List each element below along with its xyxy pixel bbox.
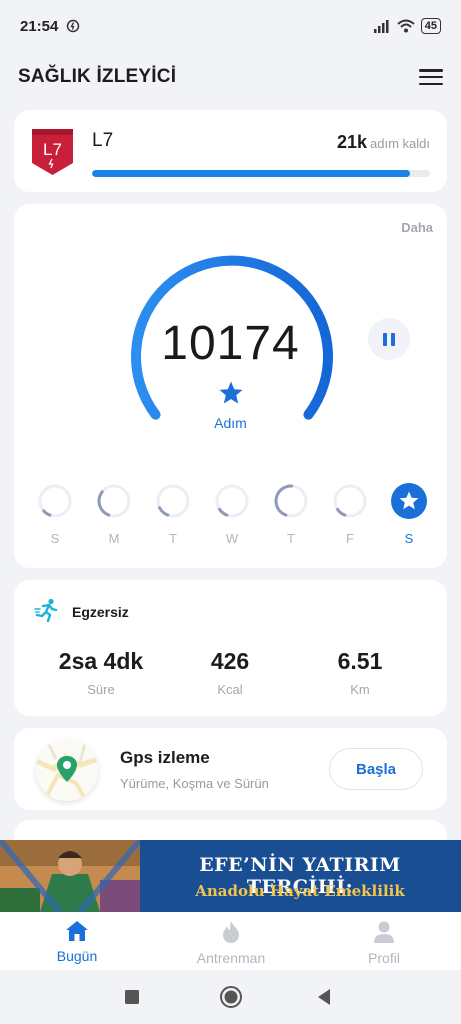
level-progress-fill <box>92 170 410 177</box>
day-progress-5[interactable]: F <box>331 482 369 546</box>
person-icon <box>374 921 394 943</box>
gps-title: Gps izleme <box>120 748 210 767</box>
notification-icon <box>67 19 80 33</box>
steps-remaining: 21k adım kaldı <box>337 132 430 153</box>
day-label: F <box>346 531 354 546</box>
stat-value: 6.51 <box>337 648 383 674</box>
day-progress-3[interactable]: W <box>213 482 251 546</box>
nav-label: Profil <box>368 950 400 966</box>
day-ring <box>156 484 190 518</box>
stat-value: 426 <box>210 648 250 674</box>
home-icon <box>66 921 88 941</box>
day-label: S <box>404 531 414 546</box>
page-title: SAĞLIK İZLEYİCİ <box>18 66 177 87</box>
stat-label: Kcal <box>217 682 243 697</box>
day-label: S <box>50 531 60 546</box>
day-ring <box>274 484 308 518</box>
level-badge-icon: L7 <box>32 129 73 175</box>
day-ring <box>333 484 367 518</box>
day-progress-6[interactable]: S <box>390 482 428 546</box>
system-nav-bar <box>0 970 461 1024</box>
day-ring <box>215 484 249 518</box>
star-icon <box>219 381 243 404</box>
steps-remaining-unit: adım kaldı <box>370 136 430 151</box>
day-ring <box>97 484 131 518</box>
gps-subtitle: Yürüme, Koşma ve Sürün <box>120 776 269 791</box>
steps-remaining-value: 21k <box>336 132 368 152</box>
map-icon <box>36 739 98 801</box>
flame-icon <box>223 921 239 943</box>
bottom-nav: Bugün Antrenman Profil <box>0 912 461 970</box>
day-ring-progress <box>274 484 308 518</box>
ad-banner[interactable]: EFE’NİN YATIRIM TERCİHİ: Anadolu Hayat E… <box>0 840 461 912</box>
pause-button[interactable] <box>368 318 410 360</box>
nav-label: Antrenman <box>196 950 266 966</box>
stat-value: 2sa 4dk <box>58 648 144 674</box>
menu-button[interactable] <box>419 67 443 87</box>
week-progress: SMTWTFS <box>36 482 428 546</box>
signal-icon <box>373 20 389 33</box>
level-badge-text: L7 <box>43 140 62 159</box>
more-link[interactable]: Daha <box>401 220 433 235</box>
nav-label: Bugün <box>56 948 98 964</box>
app-header: SAĞLIK İZLEYİCİ <box>0 52 461 102</box>
gps-card: Gps izleme Yürüme, Koşma ve Sürün Başla <box>14 728 447 810</box>
menu-icon <box>419 69 443 72</box>
day-ring-progress <box>97 484 131 518</box>
home-button[interactable] <box>219 985 243 1009</box>
exercise-title: Egzersiz <box>72 604 129 620</box>
day-ring-progress <box>156 484 190 518</box>
level-progress-bar <box>92 170 430 177</box>
running-icon <box>34 598 58 622</box>
ad-photo <box>0 840 140 912</box>
day-ring-progress <box>38 484 72 518</box>
stat-label: Km <box>350 682 370 697</box>
start-button[interactable]: Başla <box>329 748 423 790</box>
exercise-card[interactable]: Egzersiz 2sa 4dk Süre 426 Kcal 6.51 Km <box>14 580 447 716</box>
nav-item-today[interactable]: Bugün <box>17 920 137 964</box>
day-label: T <box>169 531 177 546</box>
nav-item-training[interactable]: Antrenman <box>171 920 291 966</box>
day-progress-4[interactable]: T <box>272 482 310 546</box>
day-star-icon <box>391 483 427 519</box>
status-bar: 21:54 45 <box>0 0 461 52</box>
stat-label: Süre <box>87 682 115 697</box>
day-ring-progress <box>215 484 249 518</box>
day-label: M <box>108 531 120 546</box>
recents-button[interactable] <box>124 989 140 1005</box>
stat-duration: 2sa 4dk Süre <box>31 648 171 697</box>
level-card[interactable]: L7 L7 21k adım kaldı <box>14 110 447 192</box>
wifi-icon <box>397 19 415 33</box>
back-button[interactable] <box>316 988 332 1006</box>
level-name: L7 <box>92 130 114 151</box>
day-label: T <box>287 531 295 546</box>
steps-card: Daha 10174 Adım SMTWTFS <box>14 204 447 568</box>
ad-subline: Anadolu Hayat Emeklilik <box>195 882 405 900</box>
day-ring <box>38 484 72 518</box>
stat-distance: 6.51 Km <box>290 648 430 697</box>
day-progress-0[interactable]: S <box>36 482 74 546</box>
status-time: 21:54 <box>20 17 59 35</box>
day-ring-progress <box>333 484 367 518</box>
step-label: Adım <box>214 415 247 431</box>
battery-indicator: 45 <box>420 18 441 34</box>
pause-icon <box>383 332 387 346</box>
stat-calories: 426 Kcal <box>160 648 300 697</box>
day-label: W <box>225 531 239 546</box>
day-progress-1[interactable]: M <box>95 482 133 546</box>
nav-item-profile[interactable]: Profil <box>324 920 444 966</box>
day-progress-2[interactable]: T <box>154 482 192 546</box>
